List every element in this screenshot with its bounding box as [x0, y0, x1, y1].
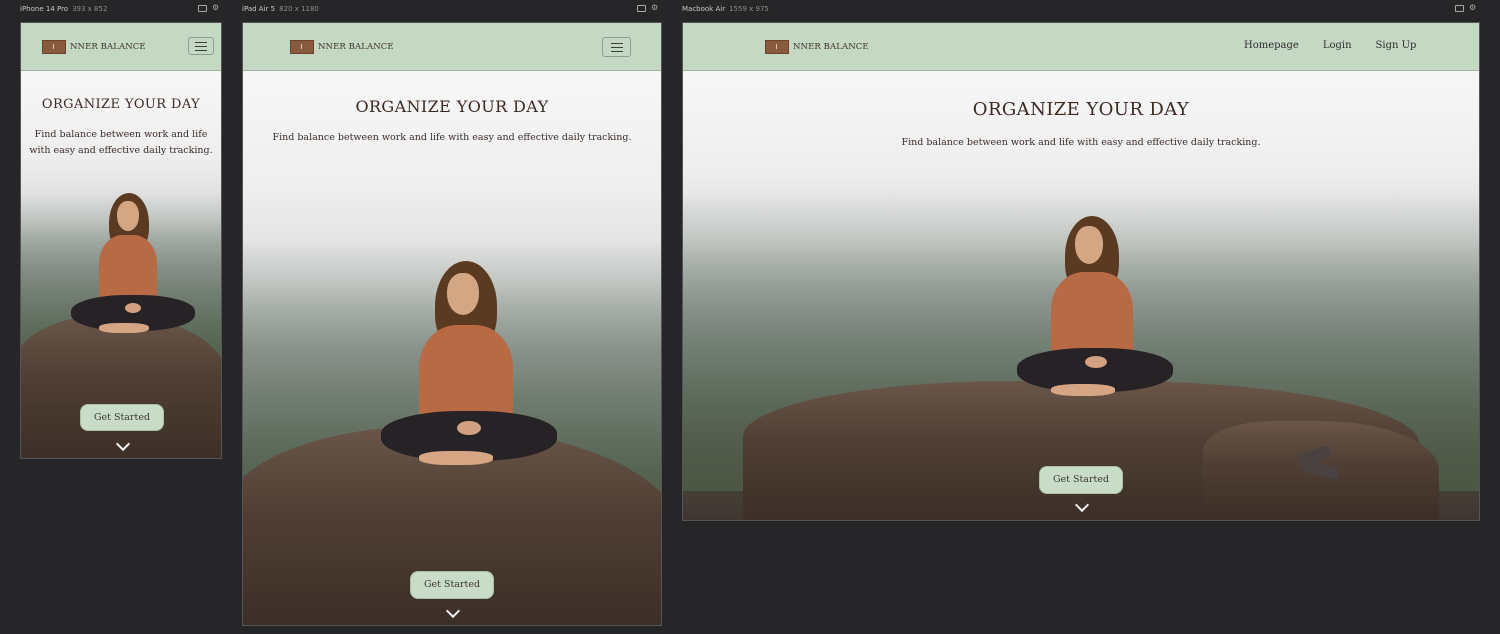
device-controls-iphone: ⚙ [198, 4, 220, 12]
device-frame-ipad: NNER BALANCE ORGANIZE YOUR DAY Find bala… [242, 22, 662, 626]
logo-icon [765, 40, 789, 54]
hamburger-icon[interactable] [602, 37, 631, 57]
device-frame-iphone: NNER BALANCE ORGANIZE YOUR DAY Find bala… [20, 22, 222, 459]
meditating-person [69, 193, 199, 368]
nav-link-homepage[interactable]: Homepage [1244, 40, 1299, 51]
hamburger-icon[interactable] [188, 37, 214, 55]
meditating-person [375, 261, 565, 511]
device-dims: 820 x 1180 [279, 5, 319, 13]
device-controls-macbook: ⚙ [1455, 4, 1477, 12]
hero-subtitle: Find balance between work and life with … [901, 137, 1261, 148]
hero-title: ORGANIZE YOUR DAY [41, 97, 201, 112]
device-name: iPhone 14 Pro [20, 5, 69, 13]
gear-icon[interactable]: ⚙ [1469, 4, 1477, 12]
logo-icon [290, 40, 314, 54]
rotate-icon[interactable] [637, 4, 646, 12]
device-frame-macbook: NNER BALANCE Homepage Login Sign Up ORGA… [682, 22, 1480, 521]
device-name: iPad Air 5 [242, 5, 276, 13]
meditating-person [1013, 216, 1178, 431]
navbar: NNER BALANCE Homepage Login Sign Up [683, 23, 1479, 71]
hero-background [243, 71, 661, 625]
brand-logo[interactable]: NNER BALANCE [42, 40, 146, 54]
device-label-ipad: iPad Air 5 820 x 1180 [242, 5, 319, 13]
brand-logo[interactable]: NNER BALANCE [765, 40, 869, 54]
get-started-button[interactable]: Get Started [410, 571, 494, 599]
device-label-macbook: Macbook Air 1559 x 975 [682, 5, 769, 13]
hero-subtitle: Find balance between work and life with … [29, 129, 213, 156]
brand-name: NNER BALANCE [318, 42, 394, 52]
device-dims: 393 x 852 [72, 5, 108, 13]
gear-icon[interactable]: ⚙ [651, 4, 659, 12]
gear-icon[interactable]: ⚙ [212, 4, 220, 12]
hero-subtitle: Find balance between work and life with … [272, 132, 632, 143]
device-name: Macbook Air [682, 5, 726, 13]
rotate-icon[interactable] [1455, 4, 1464, 12]
brand-name: NNER BALANCE [793, 42, 869, 52]
rotate-icon[interactable] [198, 4, 207, 12]
hero-title: ORGANIZE YOUR DAY [355, 97, 549, 116]
device-controls-ipad: ⚙ [637, 4, 659, 12]
get-started-button[interactable]: Get Started [80, 404, 164, 431]
get-started-button[interactable]: Get Started [1039, 466, 1123, 494]
nav-link-login[interactable]: Login [1323, 40, 1352, 51]
device-label-iphone: iPhone 14 Pro 393 x 852 [20, 5, 107, 13]
device-dims: 1559 x 975 [729, 5, 769, 13]
hero-title: ORGANIZE YOUR DAY [972, 99, 1190, 120]
brand-logo[interactable]: NNER BALANCE [290, 40, 394, 54]
brand-name: NNER BALANCE [70, 42, 146, 52]
navbar: NNER BALANCE [21, 23, 221, 71]
logo-icon [42, 40, 66, 54]
navbar: NNER BALANCE [243, 23, 661, 71]
nav-link-signup[interactable]: Sign Up [1376, 40, 1417, 51]
sandals [1293, 445, 1343, 486]
nav-links: Homepage Login Sign Up [1244, 40, 1416, 51]
